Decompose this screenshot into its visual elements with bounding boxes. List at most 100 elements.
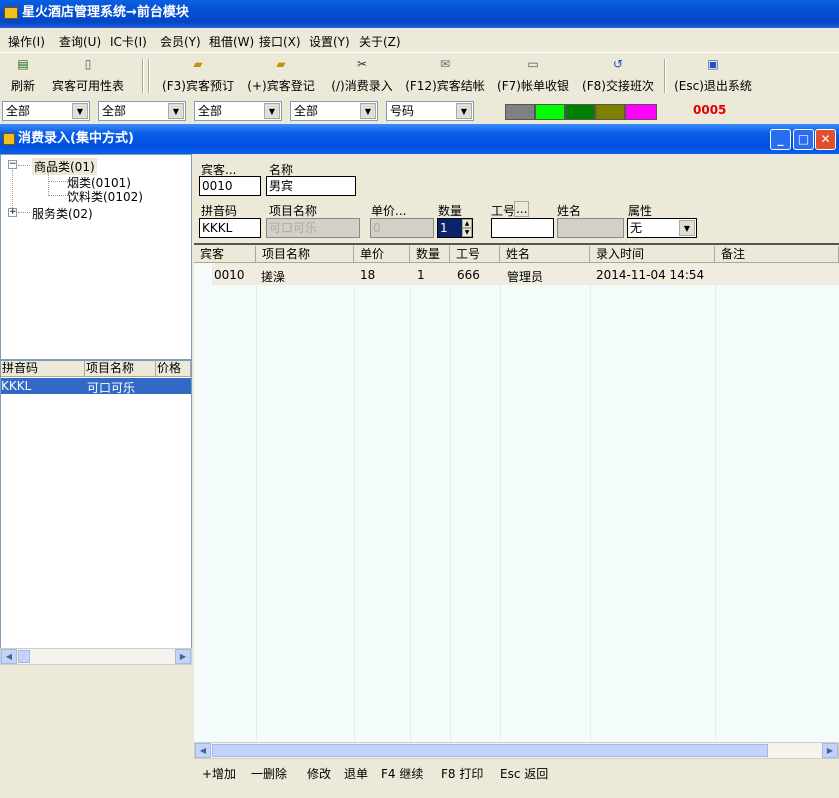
column-header-pinyin[interactable]: 拼音码 <box>1 361 85 377</box>
column-header-price[interactable]: 单价 <box>354 246 410 263</box>
tree-connector <box>12 170 13 210</box>
expand-icon[interactable]: + <box>8 208 17 217</box>
scroll-left-icon[interactable]: ◀ <box>1 649 17 664</box>
quantity-stepper[interactable]: 1 ▲ ▼ <box>437 218 473 238</box>
checkout-button[interactable]: ✉ (F12)宾客结帐 <box>404 57 486 97</box>
list-item[interactable]: KKKL 可口可乐 <box>1 378 191 395</box>
chevron-down-icon[interactable]: ▼ <box>679 220 695 236</box>
tree-node-services[interactable]: 服务类(02) <box>32 205 93 222</box>
person-name-label: 姓名 <box>557 204 582 218</box>
menu-member[interactable]: 会员(Y) <box>160 33 201 50</box>
menu-about[interactable]: 关于(Z) <box>359 33 401 50</box>
child-title: 消费录入(集中方式) <box>18 131 134 146</box>
column-header-time[interactable]: 录入时间 <box>590 246 715 263</box>
stepper-down-icon[interactable]: ▼ <box>462 228 472 237</box>
filter-select-1[interactable]: 全部 ▼ <box>2 101 90 121</box>
toolbar-separator <box>664 59 666 93</box>
column-header-remark[interactable]: 备注 <box>715 246 839 263</box>
print-button[interactable]: F8 打印 <box>441 765 483 782</box>
grid-line <box>256 263 257 742</box>
close-button[interactable]: ✕ <box>815 129 836 150</box>
column-header-person[interactable]: 姓名 <box>500 246 590 263</box>
checkin-button[interactable]: ▰ (+)宾客登记 <box>244 57 318 97</box>
cell-item-name: 搓澡 <box>261 270 286 284</box>
collapse-icon[interactable]: − <box>8 160 17 169</box>
scroll-right-icon[interactable]: ▶ <box>175 649 191 664</box>
add-button[interactable]: +增加 <box>202 765 236 782</box>
minimize-button[interactable]: _ <box>770 129 791 150</box>
action-bar: +增加 一删除 修改 退单 F4 继续 F8 打印 Esc 返回 <box>194 760 839 798</box>
left-horizontal-scrollbar[interactable]: ◀ ▶ <box>0 648 192 665</box>
scissors-icon: ✂ <box>356 57 368 71</box>
consumption-entry-button[interactable]: ✂ (/)消费录入 <box>326 57 398 97</box>
chevron-down-icon[interactable]: ▼ <box>456 103 472 119</box>
quantity-label: 数量 <box>438 204 463 218</box>
maximize-button[interactable]: □ <box>793 129 814 150</box>
cashier-button[interactable]: ▭ (F7)帐单收银 <box>494 57 572 97</box>
worker-id-field[interactable] <box>491 218 554 238</box>
tree-connector <box>48 172 49 196</box>
filter-select-2[interactable]: 全部 ▼ <box>98 101 186 121</box>
menu-query[interactable]: 查询(U) <box>59 33 101 50</box>
grid-line <box>715 263 716 742</box>
grid-horizontal-scrollbar[interactable]: ◀ ▶ <box>194 742 839 759</box>
worker-id-label: 工号 <box>491 204 516 218</box>
column-header-guest[interactable]: 宾客 <box>194 246 256 263</box>
column-header-quantity[interactable]: 数量 <box>410 246 450 263</box>
continue-button[interactable]: F4 继续 <box>381 765 423 782</box>
status-color-3 <box>565 104 595 120</box>
worker-lookup-button[interactable]: ... <box>514 201 530 217</box>
consumption-entry-window: 消费录入(集中方式) _ □ ✕ − 商品类(01) 烟类(0101) 饮料类(… <box>0 124 839 798</box>
menu-operate[interactable]: 操作(I) <box>8 33 45 50</box>
tree-node-drinks[interactable]: 饮料类(0102) <box>67 188 143 205</box>
list-item-name: 可口可乐 <box>87 381 136 395</box>
menu-interface[interactable]: 接口(X) <box>259 33 301 50</box>
attribute-select[interactable]: 无 ▼ <box>627 218 697 238</box>
availability-table-button[interactable]: ▯ 宾客可用性表 <box>46 57 130 97</box>
menu-settings[interactable]: 设置(Y) <box>309 33 350 50</box>
column-header-price[interactable]: 价格 <box>156 361 191 377</box>
cell-time: 2014-11-04 14:54 <box>596 268 705 282</box>
menu-rental[interactable]: 租借(W) <box>209 33 254 50</box>
chevron-down-icon[interactable]: ▼ <box>360 103 376 119</box>
delete-button[interactable]: 一删除 <box>251 765 287 782</box>
name-field[interactable]: 男宾 <box>266 176 356 196</box>
price-field: 0 <box>370 218 434 238</box>
menu-ic-card[interactable]: IC卡(I) <box>110 33 147 50</box>
tree-connector <box>18 212 30 213</box>
chevron-down-icon[interactable]: ▼ <box>72 103 88 119</box>
shift-handover-button[interactable]: ↺ (F8)交接班次 <box>580 57 656 97</box>
search-type-select[interactable]: 号码 ▼ <box>386 101 474 121</box>
chevron-down-icon[interactable]: ▼ <box>264 103 280 119</box>
guest-field[interactable]: 0010 <box>199 176 261 196</box>
stepper-up-icon[interactable]: ▲ <box>462 219 472 228</box>
column-header-worker-id[interactable]: 工号 <box>450 246 500 263</box>
category-tree: − 商品类(01) 烟类(0101) 饮料类(0102) + 服务类(02) <box>0 154 192 360</box>
chevron-down-icon[interactable]: ▼ <box>168 103 184 119</box>
scroll-right-icon[interactable]: ▶ <box>822 743 838 758</box>
scroll-thumb[interactable] <box>18 650 30 663</box>
reservation-button[interactable]: ▰ (F3)宾客预订 <box>160 57 236 97</box>
grid-line <box>500 263 501 742</box>
quantity-value[interactable]: 1 <box>438 219 462 237</box>
price-label[interactable]: 单价... <box>371 202 406 219</box>
column-header-item-name[interactable]: 项目名称 <box>256 246 354 263</box>
edit-button[interactable]: 修改 <box>307 765 331 782</box>
refund-button[interactable]: 退单 <box>344 765 368 782</box>
column-header-item[interactable]: 项目名称 <box>85 361 156 377</box>
filter-select-4[interactable]: 全部 ▼ <box>290 101 378 121</box>
app-title: 星火酒店管理系统→前台模块 <box>22 5 189 20</box>
refresh-button[interactable]: ▤ 刷新 <box>8 57 38 97</box>
tree-node-goods[interactable]: 商品类(01) <box>32 158 97 175</box>
exit-button[interactable]: ▣ (Esc)退出系统 <box>672 57 754 97</box>
table-row[interactable]: 0010 搓澡 18 1 666 管理员 2014-11-04 14:54 <box>212 263 839 285</box>
pinyin-field[interactable]: KKKL <box>199 218 261 238</box>
tree-connector <box>18 165 30 166</box>
scroll-left-icon[interactable]: ◀ <box>195 743 211 758</box>
refresh-icon: ▤ <box>17 57 29 71</box>
grid-line <box>354 263 355 742</box>
undo-icon: ↺ <box>612 57 624 71</box>
return-button[interactable]: Esc 返回 <box>500 765 548 782</box>
scroll-thumb[interactable] <box>212 744 768 757</box>
filter-select-3[interactable]: 全部 ▼ <box>194 101 282 121</box>
